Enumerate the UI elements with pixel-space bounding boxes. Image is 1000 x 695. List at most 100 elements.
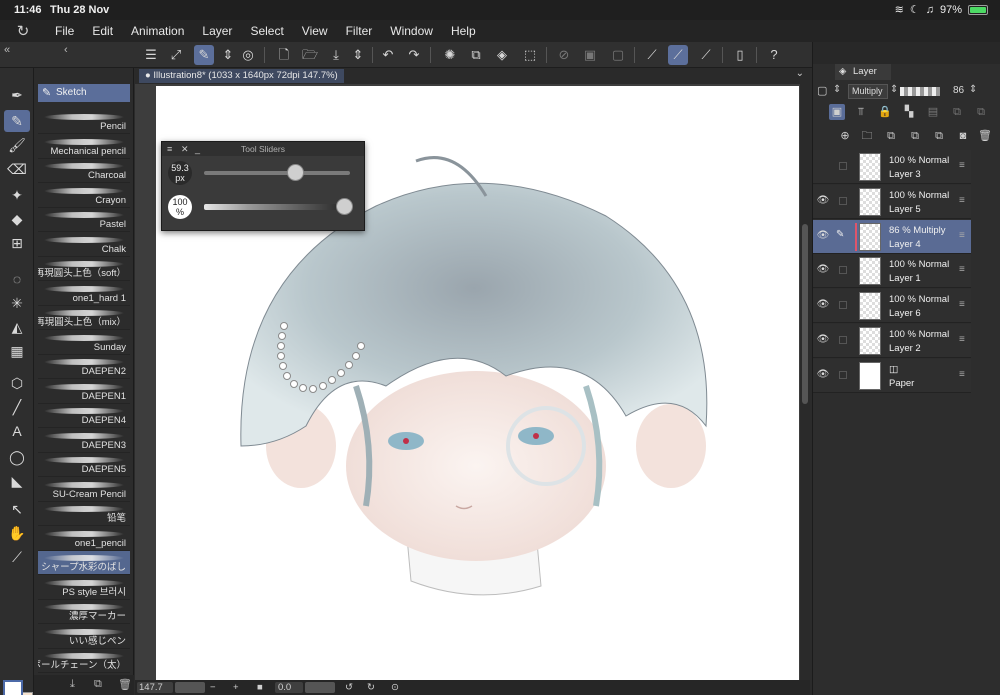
- layer-menu-icon[interactable]: ≡: [959, 230, 965, 241]
- loading-icon[interactable]: ✺: [440, 45, 460, 65]
- fill-tool-icon[interactable]: ◭: [4, 316, 30, 338]
- vertical-scrollbar[interactable]: [800, 84, 810, 682]
- foreground-color-swatch[interactable]: [3, 680, 23, 695]
- brush-item[interactable]: Sunday: [38, 331, 130, 355]
- collapse-left-icon[interactable]: «: [4, 44, 10, 56]
- line-tool-icon[interactable]: ╱: [4, 396, 30, 418]
- palette-color-icon[interactable]: ⧉: [973, 104, 989, 120]
- angle-value[interactable]: 0.0: [278, 682, 291, 693]
- magic-wand-icon[interactable]: ✳: [4, 292, 30, 314]
- brush-item[interactable]: DAEPEN3: [38, 429, 130, 453]
- help-icon[interactable]: ?: [764, 45, 784, 65]
- brush-item[interactable]: 铅笔: [38, 502, 130, 526]
- layer-tab[interactable]: ◈ Layer: [835, 64, 891, 80]
- brush-item[interactable]: Pastel: [38, 208, 130, 232]
- visibility-eye-icon[interactable]: 👁: [816, 369, 830, 380]
- pen-tool-icon[interactable]: ✒: [4, 84, 30, 106]
- new-layer-icon[interactable]: ⊕: [837, 128, 853, 144]
- opacity-slider[interactable]: 100 %: [168, 192, 358, 222]
- menu-icon[interactable]: ≡: [167, 142, 172, 156]
- fill-icon[interactable]: ◈: [492, 45, 512, 65]
- stepper-icon[interactable]: ⇕: [218, 45, 238, 65]
- lock-icon[interactable]: 🔒: [877, 104, 893, 120]
- new-folder-icon[interactable]: 🗀: [859, 128, 875, 144]
- stepper2-icon[interactable]: ⇕: [348, 45, 368, 65]
- fit-canvas-icon[interactable]: ⤢: [166, 45, 186, 65]
- invert-selection-icon[interactable]: ▣: [580, 45, 600, 65]
- layer-row[interactable]: 👁 ◫ Paper ≡: [813, 358, 971, 393]
- combine-icon[interactable]: ⧉: [931, 128, 947, 144]
- menu-view[interactable]: View: [293, 24, 337, 38]
- minimize-icon[interactable]: _: [195, 142, 200, 156]
- mask-link-icon[interactable]: ⧉: [949, 104, 965, 120]
- reset-rotation-icon[interactable]: ⊙: [391, 682, 399, 693]
- layer-opacity-bar[interactable]: [900, 87, 940, 96]
- layer-opacity-value[interactable]: 86: [953, 85, 964, 96]
- actual-size-icon[interactable]: ■: [257, 682, 263, 693]
- chevron-down-icon[interactable]: ⌄: [796, 68, 804, 79]
- merge-icon[interactable]: ⧉: [907, 128, 923, 144]
- snap-icon[interactable]: ⟋: [696, 45, 716, 65]
- brush-tool-icon[interactable]: 🖌: [4, 134, 30, 156]
- menu-layer[interactable]: Layer: [193, 24, 241, 38]
- brush-item[interactable]: DAEPEN4: [38, 404, 130, 428]
- gradient-tool-icon[interactable]: ▦: [4, 340, 30, 362]
- layer-checkbox[interactable]: [839, 301, 847, 310]
- brush-item[interactable]: いい感じペン: [38, 625, 130, 649]
- layer-color-icon[interactable]: ▢: [817, 84, 827, 97]
- brush-item[interactable]: DAEPEN2: [38, 355, 130, 379]
- crop-icon[interactable]: ▢: [608, 45, 628, 65]
- layer-row[interactable]: 👁 100 % Normal Layer 5 ≡: [813, 184, 971, 219]
- brush-size-knob[interactable]: [286, 164, 304, 181]
- layer-row[interactable]: 👁 100 % Normal Layer 6 ≡: [813, 289, 971, 324]
- brush-item[interactable]: Crayon: [38, 184, 130, 208]
- blend-mode-select[interactable]: Multiply: [848, 84, 888, 99]
- brush-item[interactable]: ボールチェーン（太）: [38, 649, 130, 673]
- brush-item[interactable]: DAEPEN5: [38, 453, 130, 477]
- tool-sliders-titlebar[interactable]: ≡ ✕ _ Tool Sliders: [162, 142, 364, 156]
- menu-list-icon[interactable]: ☰: [141, 45, 161, 65]
- sub-tool-group-header[interactable]: ✎ Sketch: [38, 84, 130, 102]
- stabilizer-icon[interactable]: ⟋: [668, 45, 688, 65]
- visibility-eye-icon[interactable]: 👁: [816, 195, 830, 206]
- opacity-track[interactable]: [204, 204, 350, 210]
- zoom-out-icon[interactable]: −: [210, 682, 216, 693]
- canvas-tab[interactable]: ● Illustration8* (1033 x 1640px 72dpi 14…: [139, 69, 344, 83]
- undo-icon[interactable]: ↶: [378, 45, 398, 65]
- brush-item[interactable]: SU-Cream Pencil: [38, 478, 130, 502]
- menu-animation[interactable]: Animation: [122, 24, 193, 38]
- visibility-eye-icon[interactable]: 👁: [816, 334, 830, 345]
- layer-menu-icon[interactable]: ≡: [959, 334, 965, 345]
- brush-item[interactable]: Pencil: [38, 110, 130, 134]
- menu-window[interactable]: Window: [381, 24, 442, 38]
- clip-icon[interactable]: ▣: [829, 104, 845, 120]
- duplicate-icon[interactable]: ⧉: [94, 678, 102, 691]
- layer-checkbox[interactable]: [839, 266, 847, 275]
- brush-item[interactable]: one1_pencil: [38, 527, 130, 551]
- visibility-eye-icon[interactable]: 👁: [816, 299, 830, 310]
- rotate-left-icon[interactable]: ↺: [345, 682, 353, 693]
- menu-file[interactable]: File: [46, 24, 83, 38]
- layer-checkbox[interactable]: [839, 336, 847, 344]
- brush-size-track[interactable]: [204, 171, 350, 175]
- brush-item[interactable]: Mechanical pencil: [38, 135, 130, 159]
- app-logo-icon[interactable]: ↻: [0, 22, 46, 40]
- brush-item[interactable]: Chalk: [38, 233, 130, 257]
- layer-row[interactable]: 👁 100 % Normal Layer 2 ≡: [813, 324, 971, 358]
- operation-tool-icon[interactable]: ⬡: [4, 372, 30, 394]
- lasso-tool-icon[interactable]: ◌: [4, 268, 30, 290]
- layer-menu-icon[interactable]: ≡: [959, 299, 965, 310]
- balloon-tool-icon[interactable]: ◯: [4, 446, 30, 468]
- brush-item[interactable]: 濃厚マーカー: [38, 600, 130, 624]
- delete-layer-icon[interactable]: 🗑: [977, 128, 993, 144]
- ruler-icon[interactable]: ⟋: [642, 45, 662, 65]
- layer-menu-icon[interactable]: ≡: [959, 264, 965, 275]
- layer-menu-icon[interactable]: ≡: [959, 369, 965, 380]
- open-folder-icon[interactable]: 🗁: [300, 45, 320, 65]
- layer-menu-icon[interactable]: ≡: [959, 195, 965, 206]
- visibility-eye-icon[interactable]: 👁: [816, 230, 830, 241]
- layer-menu-icon[interactable]: ≡: [959, 160, 965, 171]
- lock-transparency-icon[interactable]: ▚: [901, 104, 917, 120]
- chevron-left-icon[interactable]: ‹: [64, 44, 68, 56]
- eyedropper-tool-icon[interactable]: ⟋: [4, 546, 30, 568]
